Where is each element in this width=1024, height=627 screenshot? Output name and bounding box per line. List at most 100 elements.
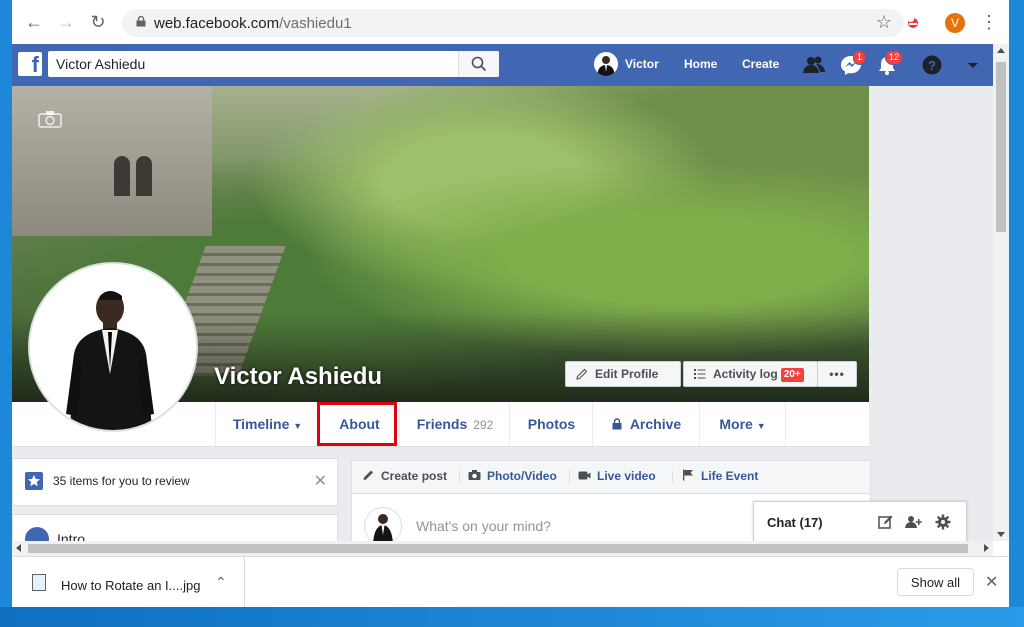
intro-card: Intro (12, 514, 338, 541)
life-event-label: Life Event (701, 469, 759, 483)
horizontal-scroll-thumb[interactable] (28, 544, 968, 553)
reload-icon[interactable]: ↻ (86, 10, 110, 34)
friends-count: 292 (473, 418, 494, 432)
extension-icon[interactable] (905, 14, 921, 30)
search-icon (471, 56, 487, 72)
photo-video-tab[interactable]: Photo/Video (468, 469, 557, 483)
intro-heading: Intro (57, 531, 86, 541)
tab-timeline-label: Timeline (232, 416, 290, 432)
profile-name[interactable]: Victor Ashiedu (214, 363, 382, 391)
chat-bar[interactable]: Chat (17) (753, 501, 967, 541)
pencil-icon (363, 470, 373, 480)
scroll-up-arrow-icon[interactable] (997, 48, 1005, 53)
facebook-search-input[interactable]: Victor Ashiedu (48, 51, 499, 77)
account-menu-caret-icon[interactable] (962, 55, 984, 75)
bookmark-star-icon[interactable]: ☆ (876, 12, 892, 33)
create-post-label: Create post (381, 469, 448, 483)
tab-more[interactable]: More ▼ (699, 402, 786, 446)
notifications-badge: 12 (885, 50, 904, 65)
review-items-card[interactable]: 35 items for you to review ✕ (12, 458, 338, 506)
download-file-name: How to Rotate an I....jpg (61, 578, 201, 593)
create-post-tab[interactable]: Create post (362, 469, 447, 483)
activity-log-badge: 20+ (780, 368, 804, 382)
browser-toolbar: ← → ↻ web.facebook.com/vashiedu1 ☆ V ⋮ (12, 0, 1009, 45)
vertical-scroll-thumb[interactable] (996, 62, 1006, 232)
close-icon[interactable]: ✕ (314, 471, 327, 491)
cover-castle-wall (12, 86, 212, 236)
tab-friends-label: Friends (416, 416, 468, 432)
scroll-right-arrow-icon[interactable] (984, 544, 989, 552)
star-icon (25, 472, 43, 490)
close-icon[interactable]: ✕ (985, 572, 998, 592)
globe-icon (25, 527, 49, 541)
activity-log-label: Activity log 20+ (713, 362, 804, 386)
url-text: web.facebook.com/vashiedu1 (154, 15, 352, 32)
tab-friends[interactable]: Friends 292 (399, 402, 510, 446)
pencil-icon (576, 368, 588, 380)
tab-photos-label: Photos (527, 416, 576, 432)
user-avatar (594, 52, 618, 76)
create-link[interactable]: Create (742, 57, 779, 71)
activity-log-button[interactable]: Activity log 20+ (683, 361, 818, 387)
search-value: Victor Ashiedu (56, 56, 146, 72)
lock-icon (136, 16, 146, 27)
edit-profile-label: Edit Profile (595, 367, 659, 381)
live-video-label: Live video (597, 469, 656, 483)
more-options-button[interactable]: ••• (817, 361, 857, 387)
composer-avatar (364, 507, 402, 541)
home-link[interactable]: Home (684, 57, 717, 71)
compose-message-icon[interactable] (878, 514, 894, 530)
lock-icon (612, 418, 622, 430)
life-event-tab[interactable]: Life Event (682, 469, 758, 483)
camera-icon (468, 470, 481, 480)
horizontal-scrollbar[interactable] (12, 541, 993, 556)
tab-archive[interactable]: Archive (592, 402, 700, 446)
edit-profile-button[interactable]: Edit Profile (565, 361, 681, 387)
profile-picture[interactable] (28, 262, 198, 432)
browser-window: ← → ↻ web.facebook.com/vashiedu1 ☆ V ⋮ f… (12, 0, 1009, 607)
profile-page: Victor Ashiedu Edit Profile Activity log… (12, 86, 993, 541)
activity-log-text: Activity log (713, 367, 778, 381)
tab-photos[interactable]: Photos (509, 402, 593, 446)
camera-icon[interactable] (38, 110, 62, 128)
search-button[interactable] (458, 51, 499, 77)
show-all-button[interactable]: Show all (897, 568, 974, 596)
list-icon (694, 369, 706, 379)
friend-requests-icon[interactable] (803, 55, 825, 75)
forward-arrow-icon[interactable]: → (54, 10, 78, 34)
chevron-up-icon[interactable]: ⌃ (215, 574, 227, 591)
vertical-scrollbar[interactable] (993, 44, 1009, 541)
url-path: /vashiedu1 (279, 15, 352, 32)
address-bar[interactable]: web.facebook.com/vashiedu1 ☆ (122, 9, 904, 37)
composer-input[interactable]: What's on your mind? (416, 518, 551, 534)
composer-tabs: Create post Photo/Video Live video Life … (352, 461, 870, 494)
url-host: web.facebook.com (154, 15, 280, 32)
live-video-tab[interactable]: Live video (578, 469, 656, 483)
profile-person-image (30, 264, 196, 430)
download-shelf: How to Rotate an I....jpg ⌃ Show all ✕ (12, 556, 1009, 607)
desktop-background (0, 607, 1024, 627)
video-camera-icon (578, 471, 591, 480)
svg-text:?: ? (928, 58, 936, 73)
download-item[interactable]: How to Rotate an I....jpg ⌃ (12, 557, 245, 607)
tab-timeline[interactable]: Timeline ▼ (215, 402, 319, 446)
gear-icon[interactable] (935, 514, 951, 530)
messages-badge: 1 (853, 50, 867, 65)
scroll-left-arrow-icon[interactable] (16, 544, 21, 552)
photo-video-label: Photo/Video (487, 469, 557, 483)
flag-icon (683, 469, 693, 481)
caret-down-icon: ▼ (293, 421, 303, 431)
about-highlight-box (317, 402, 397, 446)
ellipsis-icon: ••• (829, 367, 845, 381)
scroll-down-arrow-icon[interactable] (997, 532, 1005, 537)
image-file-icon (32, 574, 46, 591)
tab-more-label: More (719, 416, 753, 432)
profile-avatar-button[interactable]: V (945, 13, 965, 33)
more-vert-icon[interactable]: ⋮ (980, 11, 998, 33)
help-icon[interactable]: ? (921, 55, 943, 75)
user-name-label: Victor (625, 57, 659, 71)
back-arrow-icon[interactable]: ← (22, 10, 46, 34)
new-group-icon[interactable] (905, 514, 923, 530)
facebook-logo[interactable]: f (18, 52, 42, 77)
tab-archive-label: Archive (629, 416, 682, 432)
